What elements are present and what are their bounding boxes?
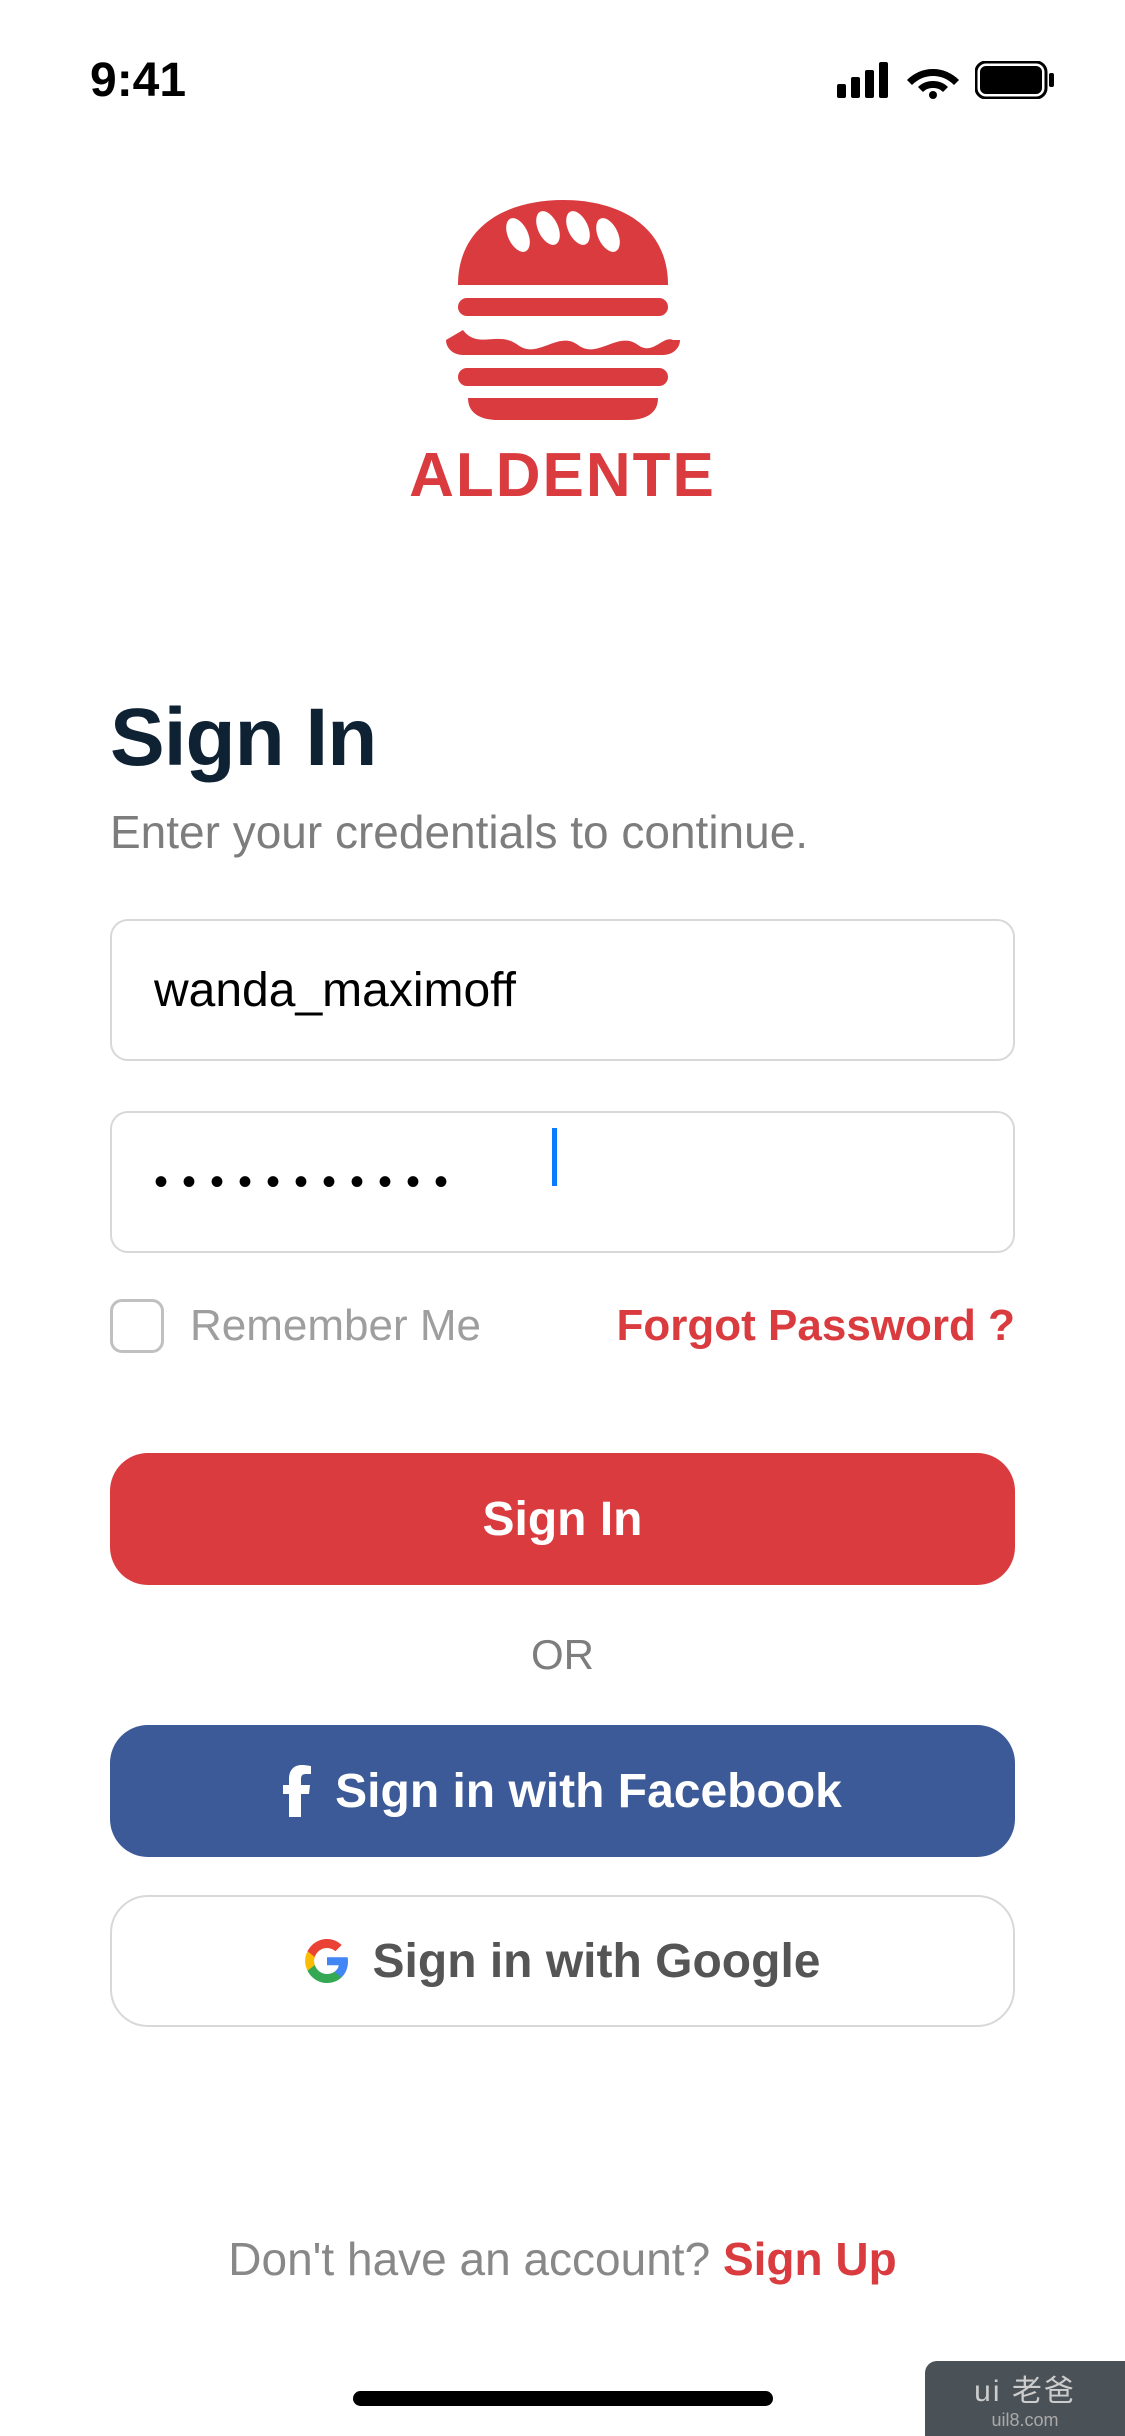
home-indicator[interactable] bbox=[353, 2391, 773, 2406]
watermark-title: ui 老爸 bbox=[974, 2366, 1076, 2410]
remember-me-label: Remember Me bbox=[190, 1301, 481, 1351]
forgot-password-link[interactable]: Forgot Password ? bbox=[617, 1301, 1015, 1351]
google-signin-button[interactable]: Sign in with Google bbox=[110, 1895, 1015, 2027]
footer: Don't have an account? Sign Up bbox=[0, 2232, 1125, 2286]
page-subtitle: Enter your credentials to continue. bbox=[110, 805, 1015, 859]
signin-button[interactable]: Sign In bbox=[110, 1453, 1015, 1585]
burger-icon bbox=[428, 190, 698, 420]
wifi-icon bbox=[907, 61, 959, 99]
status-indicators bbox=[837, 61, 1055, 99]
signin-form: Sign In Enter your credentials to contin… bbox=[0, 691, 1125, 2027]
footer-text: Don't have an account? bbox=[228, 2233, 723, 2285]
password-input[interactable] bbox=[110, 1111, 1015, 1253]
cellular-icon bbox=[837, 62, 891, 98]
remember-me-checkbox[interactable] bbox=[110, 1299, 164, 1353]
battery-icon bbox=[975, 61, 1055, 99]
text-cursor bbox=[552, 1128, 557, 1186]
facebook-signin-button[interactable]: Sign in with Facebook bbox=[110, 1725, 1015, 1857]
signin-button-label: Sign In bbox=[483, 1492, 643, 1547]
brand-name: ALDENTE bbox=[409, 440, 716, 511]
status-time: 9:41 bbox=[90, 53, 186, 108]
remember-me-group[interactable]: Remember Me bbox=[110, 1299, 481, 1353]
google-button-label: Sign in with Google bbox=[373, 1934, 821, 1989]
divider-text: OR bbox=[110, 1631, 1015, 1679]
signup-link[interactable]: Sign Up bbox=[723, 2233, 897, 2285]
page-title: Sign In bbox=[110, 691, 1015, 785]
facebook-button-label: Sign in with Facebook bbox=[335, 1764, 842, 1819]
watermark-url: uil8.com bbox=[991, 2410, 1058, 2431]
watermark: ui 老爸 uil8.com bbox=[925, 2361, 1125, 2436]
google-icon bbox=[305, 1939, 349, 1983]
facebook-icon bbox=[283, 1765, 311, 1817]
app-logo: ALDENTE bbox=[0, 190, 1125, 511]
username-input[interactable] bbox=[110, 919, 1015, 1061]
status-bar: 9:41 bbox=[0, 0, 1125, 120]
